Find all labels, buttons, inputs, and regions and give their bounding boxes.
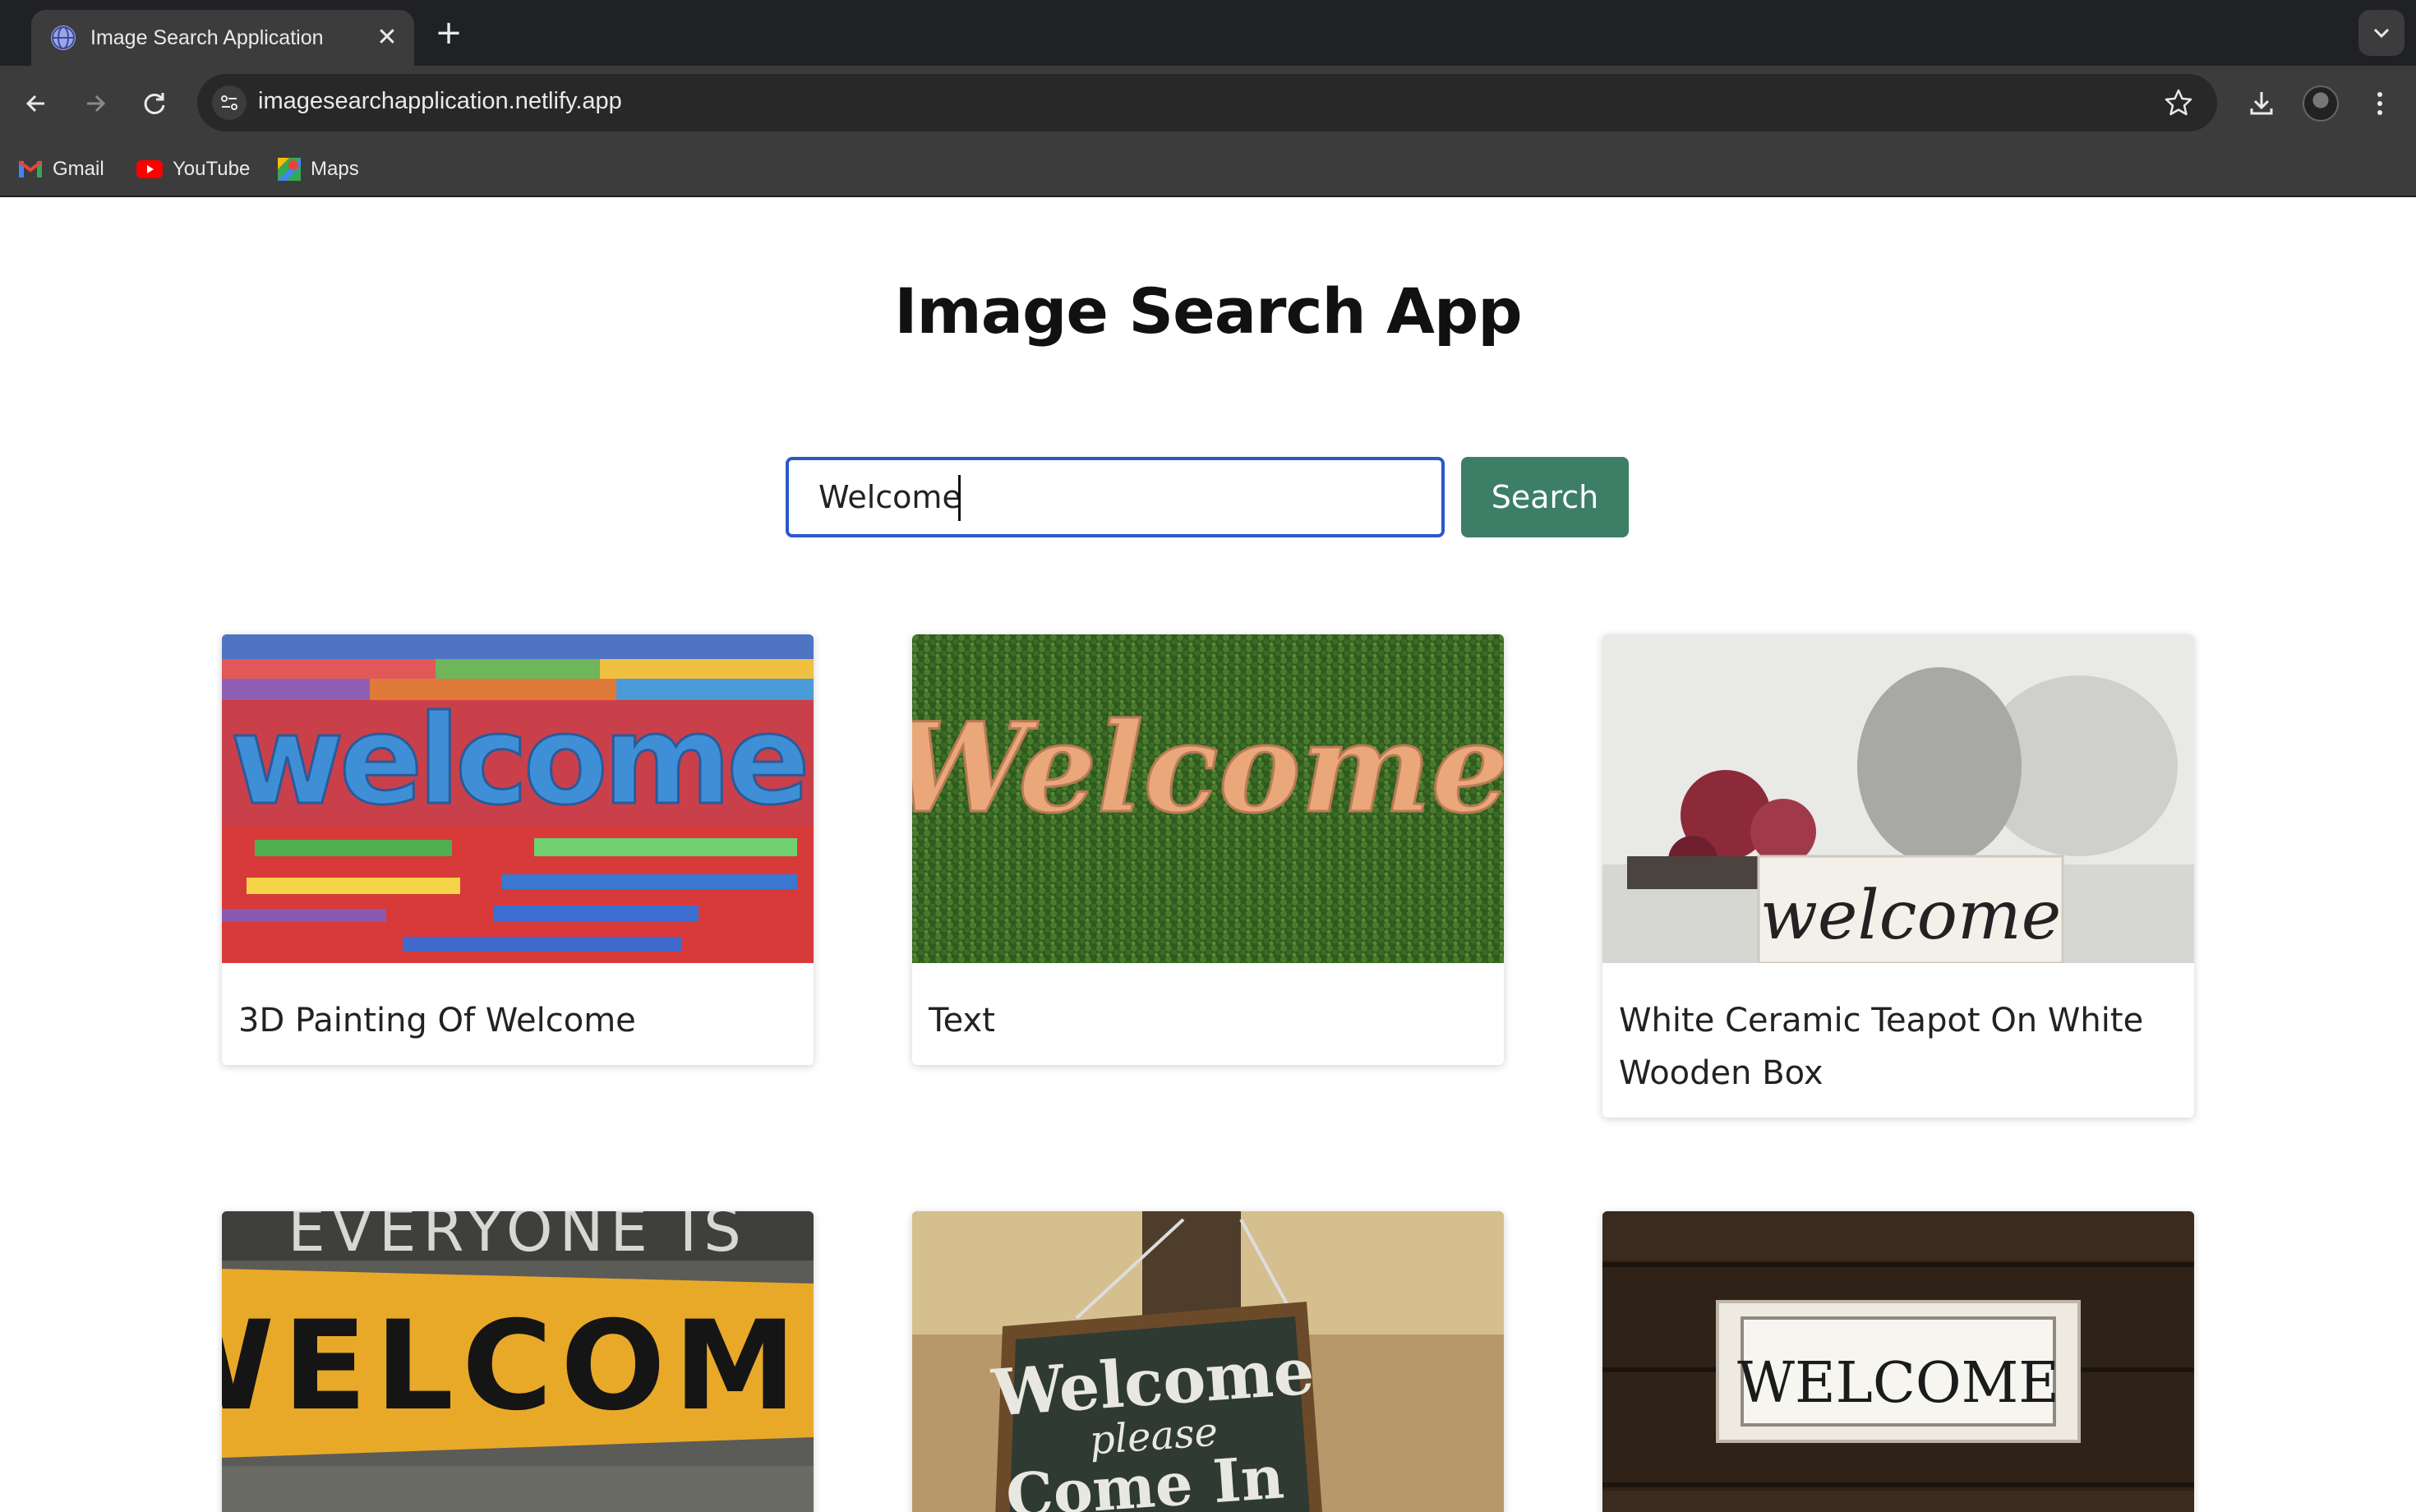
svg-text:welcome: welcome [1760,877,2062,955]
result-image[interactable]: welcome [222,634,814,963]
new-tab-button[interactable]: + [431,15,467,51]
result-card[interactable]: WELCOME [1602,1211,2194,1512]
svg-text:Welcome: Welcome [912,696,1504,841]
page-content: Image Search App Search welcome 3D Paint… [0,199,2416,1512]
result-card[interactable]: Welcome please Come In [912,1211,1504,1512]
reload-button[interactable] [135,84,174,123]
arrow-right-icon [87,94,106,113]
result-card[interactable]: EVERYONE IS WELCOME [222,1211,814,1512]
bookmark-label: YouTube [173,158,251,180]
page-title: Image Search App [894,274,1522,348]
result-card[interactable]: Welcome Text [912,634,1504,1065]
bookmark-gmail[interactable]: Gmail [18,154,104,184]
result-image[interactable]: welcome [1602,634,2194,963]
svg-text:WELCOME: WELCOME [222,1295,814,1438]
result-image[interactable]: Welcome [912,634,1504,963]
site-settings-icon[interactable] [212,85,247,120]
globe-icon [51,25,76,50]
bookmark-label: Gmail [53,158,104,180]
profile-avatar[interactable] [2301,84,2340,123]
reload-icon [144,93,165,114]
result-caption: Text [929,1002,995,1040]
tab-strip: Image Search Application ✕ + [0,0,2416,66]
svg-text:WELCOME: WELCOME [1737,1351,2059,1416]
chevron-down-icon [2373,28,2390,39]
gmail-icon [18,160,43,177]
text-caret [958,475,961,521]
result-image[interactable]: Welcome please Come In [912,1211,1504,1512]
youtube-icon [136,160,163,178]
search-button[interactable]: Search [1461,457,1629,537]
more-menu-icon[interactable] [2360,84,2400,123]
bookmark-star-icon[interactable] [2161,85,2196,120]
svg-text:welcome: welcome [230,689,805,832]
result-image[interactable]: WELCOME [1602,1211,2194,1512]
tab-title: Image Search Application [90,25,324,49]
bookmark-maps[interactable]: Maps [278,154,359,184]
download-icon[interactable] [2242,84,2281,123]
arrow-left-icon [25,94,44,113]
bookmark-youtube[interactable]: YouTube [136,154,250,184]
search-input[interactable] [786,457,1445,537]
address-bar[interactable]: imagesearchapplication.netlify.app [197,74,2217,131]
avatar [2303,85,2339,122]
result-card[interactable]: welcome 3D Painting Of Welcome [222,634,814,1065]
forward-button[interactable] [76,84,115,123]
result-card[interactable]: welcome White Ceramic Teapot On White Wo… [1602,634,2194,1118]
result-caption: 3D Painting Of Welcome [238,1002,636,1040]
result-caption: White Ceramic Teapot On White Wooden Box [1619,1002,2144,1092]
bookmarks-bar: Gmail YouTube Maps [0,141,2416,197]
browser-toolbar: imagesearchapplication.netlify.app [0,66,2416,141]
result-image[interactable]: EVERYONE IS WELCOME [222,1211,814,1512]
browser-tab[interactable]: Image Search Application ✕ [31,10,414,66]
back-button[interactable] [16,84,56,123]
close-tab-icon[interactable]: ✕ [375,25,399,50]
url-text: imagesearchapplication.netlify.app [258,88,622,114]
svg-text:EVERYONE IS: EVERYONE IS [288,1211,748,1265]
maps-icon [278,158,301,181]
tab-search-button[interactable] [2358,10,2404,56]
bookmark-label: Maps [311,158,359,180]
